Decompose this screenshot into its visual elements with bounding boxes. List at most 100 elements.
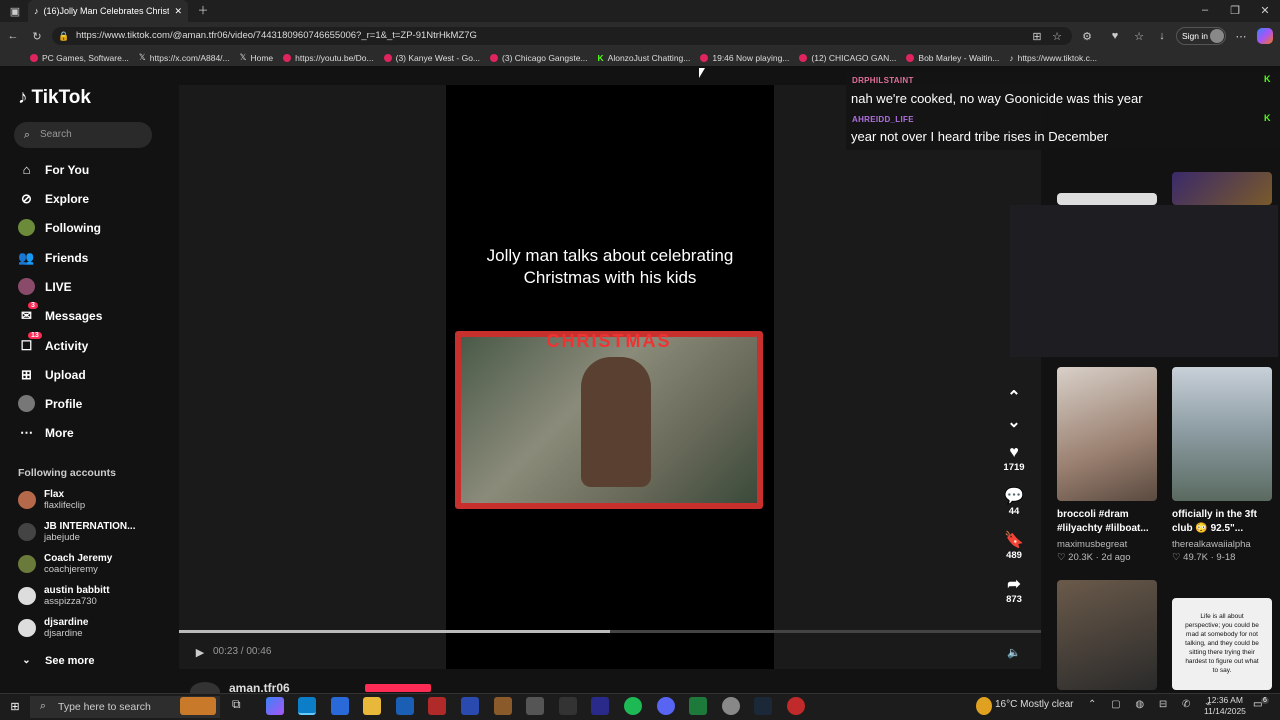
nav-for-you[interactable]: ⌂ For You	[18, 161, 90, 178]
see-more-button[interactable]: ⌄ See more	[18, 652, 94, 669]
recommended-thumbnail[interactable]	[1057, 367, 1157, 501]
minimize-icon[interactable]: –	[1198, 3, 1212, 17]
close-window-icon[interactable]: ✕	[1258, 3, 1272, 17]
tab-title: (16)Jolly Man Celebrates Christm…	[43, 6, 170, 16]
following-account-item[interactable]: Coach Jeremy coachjeremy	[18, 553, 112, 575]
nav-explore[interactable]: ⊘ Explore	[18, 190, 89, 207]
file-explorer-icon[interactable]	[363, 697, 381, 715]
previous-video-button[interactable]: ⌃	[1000, 389, 1028, 407]
favorite-star-icon[interactable]: ☆	[1050, 29, 1064, 43]
downloads-icon[interactable]: ↓	[1155, 29, 1169, 43]
profile-avatar-icon[interactable]	[1210, 29, 1224, 43]
app-icon[interactable]	[591, 697, 609, 715]
settings-more-icon[interactable]: ⋯	[1234, 29, 1248, 43]
follow-button[interactable]	[365, 684, 431, 692]
lock-icon[interactable]: 🔒	[58, 29, 70, 43]
store-icon[interactable]	[331, 697, 349, 715]
following-account-item[interactable]: djsardine djsardine	[18, 617, 88, 639]
bookmark-item[interactable]: (3) Chicago Gangste...	[490, 53, 588, 63]
app-icon[interactable]	[526, 697, 544, 715]
save-count: 489	[1006, 550, 1022, 561]
bookmark-item[interactable]: 𝕏 Home	[240, 52, 274, 63]
browser-tab[interactable]: ♪ (16)Jolly Man Celebrates Christm… ✕	[28, 0, 188, 22]
recommended-thumbnail[interactable]	[1172, 367, 1272, 501]
bookmark-item[interactable]: PC Games, Software...	[30, 53, 129, 63]
recommended-thumbnail[interactable]	[1057, 580, 1157, 690]
nav-friends[interactable]: 👥 Friends	[18, 249, 88, 266]
next-video-button[interactable]: ⌄	[1000, 414, 1028, 432]
notification-icon[interactable]: ▭ 6	[1253, 697, 1269, 713]
recommended-author[interactable]: maximusbegreat	[1057, 539, 1127, 551]
recommended-title[interactable]: broccoli #dram #lilyachty #lilboat...	[1057, 508, 1167, 536]
weather-text[interactable]: 16°C Mostly clear	[995, 699, 1073, 710]
activity-badge: 13	[28, 332, 42, 339]
copilot-app-icon[interactable]	[266, 697, 284, 715]
volume-icon[interactable]: 🔈	[1006, 645, 1022, 659]
spotify-icon[interactable]	[624, 697, 642, 715]
bookmark-item[interactable]: K AlonzoJust Chatting...	[598, 53, 691, 63]
recommended-title[interactable]: officially in the 3ft club 😳 92.5"...	[1172, 508, 1280, 536]
comment-count: 44	[1008, 506, 1020, 517]
nav-more[interactable]: ⋯ More	[18, 424, 74, 441]
steam-icon[interactable]	[754, 697, 772, 715]
bookmark-item[interactable]: (3) Kanye West - Go...	[383, 53, 480, 63]
restore-icon[interactable]: ❐	[1228, 3, 1242, 17]
nav-live[interactable]: LIVE	[18, 278, 72, 295]
edge-icon[interactable]	[298, 697, 316, 715]
following-account-item[interactable]: JB INTERNATION... jabejude	[18, 521, 135, 543]
app-icon[interactable]	[722, 697, 740, 715]
discord-icon[interactable]	[657, 697, 675, 715]
play-icon[interactable]: ▶	[193, 645, 207, 659]
bookmark-item[interactable]: 19:46 Now playing...	[700, 53, 789, 63]
browser-essentials-icon[interactable]: ♥	[1108, 29, 1122, 43]
new-tab-icon[interactable]: ＋	[196, 3, 210, 17]
app-icon[interactable]	[461, 697, 479, 715]
share-count: 873	[1006, 594, 1022, 605]
following-account-item[interactable]: austin babbitt asspizza730	[18, 585, 110, 607]
bookmark-item[interactable]: ♪ https://www.tiktok.c...	[1009, 53, 1097, 63]
app-icon[interactable]	[494, 697, 512, 715]
nav-messages[interactable]: ✉ 3 Messages	[18, 302, 102, 324]
video-progress-fill	[179, 630, 610, 633]
app-icon[interactable]	[559, 697, 577, 715]
window-menu-icon[interactable]: ▣	[8, 4, 22, 18]
app-available-icon[interactable]: ⊞	[1030, 29, 1044, 43]
search-input[interactable]: Search	[14, 122, 152, 148]
extensions-icon[interactable]: ⚙	[1080, 29, 1094, 43]
video-image: CHRISTMAS	[455, 331, 763, 509]
following-account-item[interactable]: Flax flaxlifeclip	[18, 489, 85, 511]
bookmark-item[interactable]: https://youtu.be/Do...	[283, 53, 374, 63]
youtube-favicon-icon	[799, 53, 808, 62]
bookmark-item[interactable]: 𝕏https://x.com/A884/...	[139, 52, 230, 63]
collections-icon[interactable]: ☆	[1132, 29, 1146, 43]
like-button[interactable]: ♥ 1719	[1000, 444, 1028, 473]
copilot-icon[interactable]	[1257, 28, 1273, 44]
bookmark-item[interactable]: (12) CHICAGO GAN...	[799, 53, 896, 63]
back-icon[interactable]: ←	[6, 29, 20, 43]
nav-profile[interactable]: Profile	[18, 395, 82, 412]
recommended-thumbnail[interactable]: Life is all about perspective; you could…	[1172, 598, 1272, 690]
close-tab-icon[interactable]: ✕	[174, 6, 182, 17]
nav-activity[interactable]: ☐ 13 Activity	[18, 332, 88, 354]
save-button[interactable]: 🔖 489	[1000, 532, 1028, 561]
system-tray-icons[interactable]: ⌃ ▢ ◍ ⊟ ✆ ⌁	[1088, 699, 1217, 710]
share-button[interactable]: ➦ 873	[1000, 576, 1028, 605]
outlook-icon[interactable]	[396, 697, 414, 715]
nav-following[interactable]: Following	[18, 219, 101, 236]
weather-icon[interactable]	[976, 697, 992, 715]
nav-upload[interactable]: ⊞ Upload	[18, 366, 86, 383]
windows-start-icon[interactable]: ⊞	[8, 699, 22, 713]
app-icon[interactable]	[787, 697, 805, 715]
tiktok-logo[interactable]: ♪ TikTok	[18, 87, 91, 109]
recommended-thumbnail[interactable]	[1057, 193, 1157, 205]
xbox-icon[interactable]	[689, 697, 707, 715]
task-view-icon[interactable]: ⧉	[232, 697, 250, 715]
refresh-icon[interactable]: ↻	[30, 29, 44, 43]
comment-button[interactable]: 💬 44	[1000, 488, 1028, 517]
recommended-thumbnail[interactable]	[1172, 172, 1272, 205]
url-field[interactable]: https://www.tiktok.com/@aman.tfr06/video…	[52, 27, 1072, 45]
app-icon[interactable]	[428, 697, 446, 715]
clock[interactable]: 12:36 AM 11/14/2025	[1204, 695, 1246, 717]
bookmark-item[interactable]: Bob Marley - Waitin...	[906, 53, 999, 63]
recommended-author[interactable]: therealkawaiialpha	[1172, 539, 1251, 551]
